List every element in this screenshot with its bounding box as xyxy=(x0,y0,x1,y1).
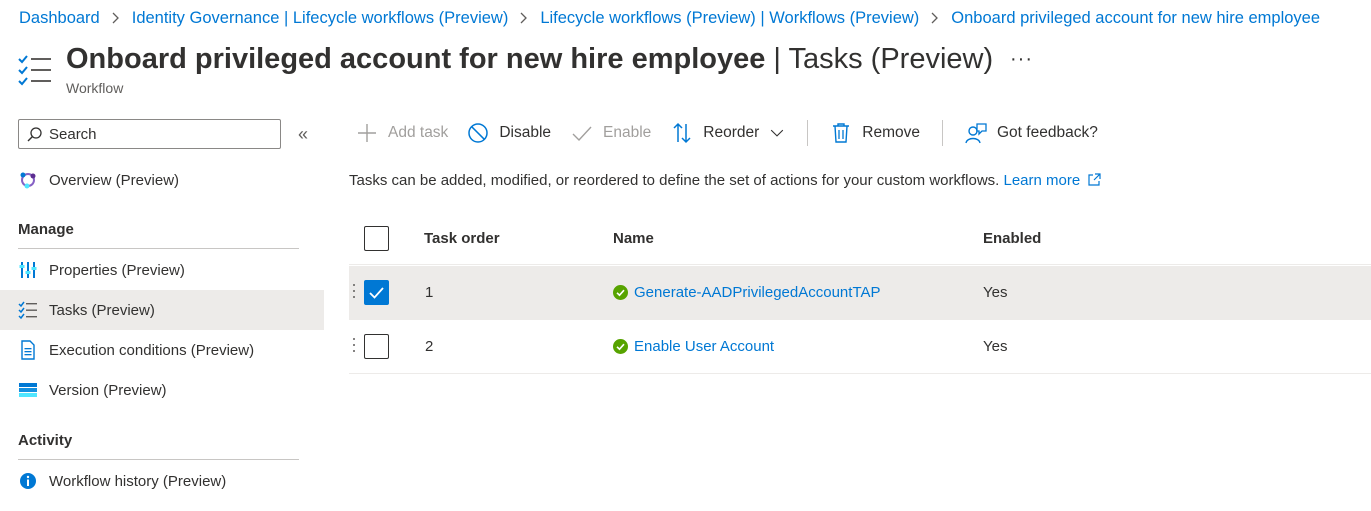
document-icon xyxy=(18,340,38,360)
disable-label: Disable xyxy=(499,124,552,141)
reorder-label: Reorder xyxy=(703,124,760,141)
sidebar-item-workflow-history[interactable]: Workflow history (Preview) xyxy=(0,461,324,501)
task-order-cell: 1 xyxy=(425,284,434,301)
drag-handle-icon[interactable] xyxy=(353,338,357,356)
plus-icon xyxy=(358,124,376,142)
toolbar-divider xyxy=(942,120,943,146)
feedback-icon xyxy=(965,123,987,144)
sidebar-item-label: Workflow history (Preview) xyxy=(49,472,227,490)
feedback-button[interactable]: Got feedback? xyxy=(965,122,1098,144)
page-title-sub: | Tasks (Preview) xyxy=(765,43,994,75)
sidebar-item-label: Execution conditions (Preview) xyxy=(49,341,255,359)
more-actions-button[interactable]: ··· xyxy=(1010,48,1033,71)
enabled-cell: Yes xyxy=(983,338,1008,355)
page-subtitle: Workflow xyxy=(66,80,124,96)
divider xyxy=(18,459,299,460)
breadcrumb-current-workflow[interactable]: Onboard privileged account for new hire … xyxy=(951,9,1320,28)
table-row[interactable]: 2 Enable User Account Yes xyxy=(349,320,1371,374)
reorder-button[interactable]: Reorder xyxy=(671,122,785,144)
feedback-label: Got feedback? xyxy=(997,124,1098,141)
checkmark-icon xyxy=(572,126,592,142)
reorder-icon xyxy=(673,122,691,144)
page-title-main: Onboard privileged account for new hire … xyxy=(66,43,766,75)
sidebar-item-execution-conditions[interactable]: Execution conditions (Preview) xyxy=(0,330,324,370)
sidebar-item-label: Overview (Preview) xyxy=(49,171,180,189)
search-input[interactable] xyxy=(49,125,269,143)
chevron-down-icon xyxy=(771,129,784,137)
trash-icon xyxy=(833,123,850,143)
success-check-icon xyxy=(613,285,628,300)
column-header-enabled[interactable]: Enabled xyxy=(983,212,1041,264)
success-check-icon xyxy=(613,339,628,354)
sidebar-search[interactable] xyxy=(18,119,281,149)
row-checkbox[interactable] xyxy=(364,334,389,359)
chevron-right-icon xyxy=(930,12,940,24)
properties-icon xyxy=(18,260,38,280)
search-icon xyxy=(27,126,42,141)
select-all-checkbox[interactable] xyxy=(364,226,389,251)
column-header-name[interactable]: Name xyxy=(613,212,654,264)
sidebar-item-label: Tasks (Preview) xyxy=(49,301,155,319)
sidebar-item-properties[interactable]: Properties (Preview) xyxy=(0,250,324,290)
enable-label: Enable xyxy=(603,124,652,141)
disable-button[interactable]: Disable xyxy=(467,122,551,144)
version-icon xyxy=(18,380,38,400)
page-title: Onboard privileged account for new hire … xyxy=(66,41,993,77)
sidebar-item-label: Version (Preview) xyxy=(49,381,167,399)
task-name-link[interactable]: Enable User Account xyxy=(634,338,774,355)
enabled-cell: Yes xyxy=(983,284,1008,301)
info-icon xyxy=(18,471,38,491)
table-row[interactable]: 1 Generate-AADPrivilegedAccountTAP Yes xyxy=(349,266,1371,320)
description-text: Tasks can be added, modified, or reorder… xyxy=(349,172,1004,189)
sidebar-section-activity: Activity xyxy=(18,432,73,449)
task-list-icon xyxy=(18,300,38,320)
chevron-right-icon xyxy=(519,12,529,24)
checkmark-icon xyxy=(369,287,384,299)
sidebar-item-label: Properties (Preview) xyxy=(49,261,185,279)
block-icon xyxy=(468,123,489,143)
breadcrumb-identity-governance[interactable]: Identity Governance | Lifecycle workflow… xyxy=(132,9,509,28)
chevron-right-icon xyxy=(111,12,121,24)
add-task-label: Add task xyxy=(388,124,449,141)
remove-label: Remove xyxy=(862,124,920,141)
external-link-icon xyxy=(1088,173,1101,186)
task-list-icon xyxy=(18,55,51,86)
sidebar-item-version[interactable]: Version (Preview) xyxy=(0,370,324,410)
overview-icon xyxy=(18,170,38,190)
breadcrumb-dashboard[interactable]: Dashboard xyxy=(19,9,100,28)
command-bar: Add task Disable Enable Reorder Remove G… xyxy=(356,118,1098,148)
toolbar-divider xyxy=(807,120,809,146)
name-cell: Generate-AADPrivilegedAccountTAP xyxy=(613,266,881,319)
drag-handle-icon[interactable] xyxy=(353,284,357,302)
collapse-sidebar-button[interactable]: « xyxy=(298,124,308,145)
row-checkbox[interactable] xyxy=(364,280,389,305)
sidebar-item-tasks[interactable]: Tasks (Preview) xyxy=(0,290,324,330)
name-cell: Enable User Account xyxy=(613,320,774,373)
learn-more-link[interactable]: Learn more xyxy=(1004,172,1081,189)
breadcrumb-workflows[interactable]: Lifecycle workflows (Preview) | Workflow… xyxy=(540,9,919,28)
remove-button[interactable]: Remove xyxy=(830,122,920,144)
page-description: Tasks can be added, modified, or reorder… xyxy=(349,172,1101,189)
task-name-link[interactable]: Generate-AADPrivilegedAccountTAP xyxy=(634,284,881,301)
task-order-cell: 2 xyxy=(425,338,434,355)
breadcrumb: Dashboard Identity Governance | Lifecycl… xyxy=(19,7,1320,29)
table-header: Task order Name Enabled xyxy=(349,212,1371,265)
enable-button[interactable]: Enable xyxy=(571,122,651,144)
sidebar-section-manage: Manage xyxy=(18,221,74,238)
add-task-button[interactable]: Add task xyxy=(356,122,448,144)
sidebar-item-overview[interactable]: Overview (Preview) xyxy=(0,160,324,200)
divider xyxy=(18,248,299,249)
column-header-task-order[interactable]: Task order xyxy=(424,212,500,264)
